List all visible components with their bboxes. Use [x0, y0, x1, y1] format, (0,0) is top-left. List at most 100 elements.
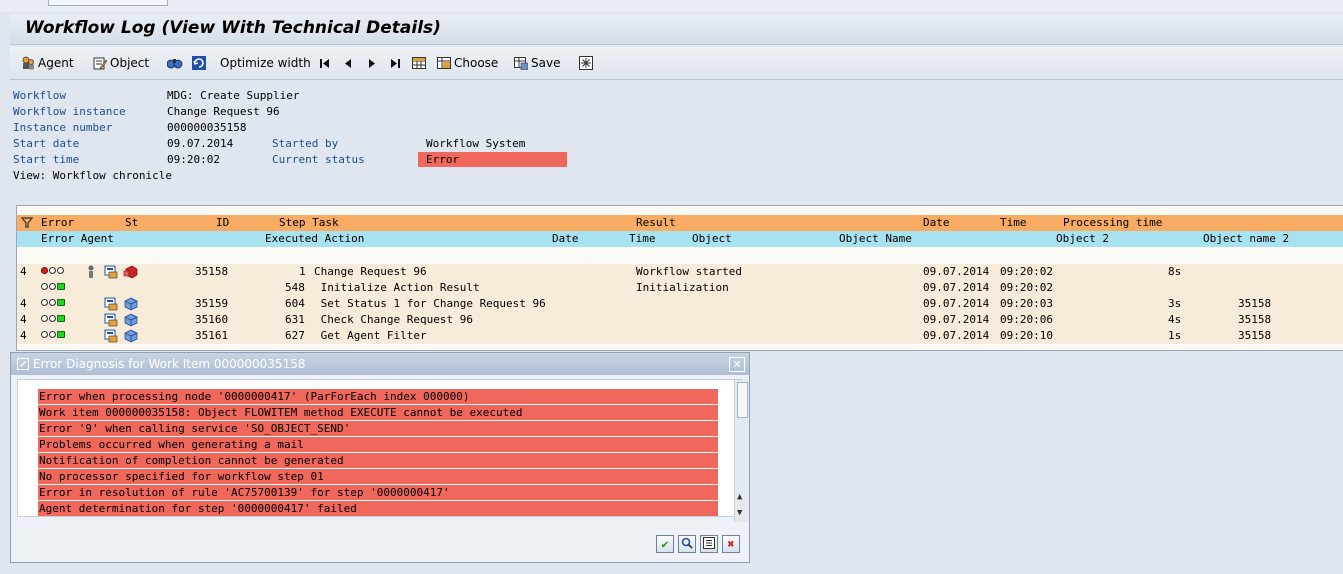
- workflow-value: MDG: Create Supplier: [167, 89, 300, 102]
- col-st[interactable]: St: [125, 215, 138, 231]
- col-processing-time[interactable]: Processing time: [1063, 215, 1162, 231]
- col-object-name-2[interactable]: Object name 2: [1203, 231, 1289, 247]
- status-lights-green-icon: [41, 331, 65, 338]
- application-toolbar: Agent Object Optimize width Choose Save: [10, 47, 1343, 80]
- table-row[interactable]: 4 35161 627 Get Agent Filter 09.07.2014 …: [17, 328, 1343, 345]
- dialog-icon: [17, 358, 29, 373]
- col-id[interactable]: ID: [216, 215, 229, 231]
- col-exec-time[interactable]: Time: [629, 231, 656, 247]
- col-error-agent[interactable]: Error Agent: [41, 231, 114, 247]
- col-object[interactable]: Object: [692, 231, 732, 247]
- workflow-label: Workflow: [13, 89, 66, 102]
- view-line: View: Workflow chronicle: [13, 169, 172, 182]
- instance-number-label: Instance number: [13, 121, 113, 134]
- scrollbar-thumb[interactable]: [737, 382, 748, 418]
- col-object-2[interactable]: Object 2: [1056, 231, 1109, 247]
- instance-value: Change Request 96: [167, 105, 280, 118]
- col-exec-date[interactable]: Date: [552, 231, 579, 247]
- error-message-list: Error when processing node '0000000417' …: [17, 379, 743, 517]
- col-object-name[interactable]: Object Name: [839, 231, 912, 247]
- last-page-button[interactable]: [389, 55, 403, 71]
- error-message[interactable]: Error '9' when calling service 'SO_OBJEC…: [38, 421, 718, 436]
- agent-button[interactable]: Agent: [21, 55, 74, 71]
- error-message[interactable]: Error in resolution of rule 'AC75700139'…: [38, 485, 718, 500]
- details-button[interactable]: [700, 535, 718, 553]
- dialog-title-bar: Error Diagnosis for Work Item 0000000351…: [11, 353, 749, 375]
- start-time-label: Start time: [13, 153, 80, 166]
- error-message[interactable]: Problems occurred when generating a mail: [38, 437, 718, 452]
- start-date-value: 09.07.2014: [167, 137, 234, 150]
- title-bar: Workflow Log (View With Technical Detail…: [10, 14, 1343, 45]
- checkmark-icon: ✔: [661, 537, 669, 551]
- choose-button[interactable]: Choose: [437, 55, 498, 71]
- start-date-label: Start date: [13, 137, 80, 150]
- confirm-button[interactable]: ✔: [656, 535, 674, 553]
- next-page-button[interactable]: [366, 55, 380, 71]
- grid-icon: [412, 56, 426, 70]
- filter-icon[interactable]: [20, 215, 34, 231]
- first-page-button[interactable]: [319, 55, 333, 71]
- instance-number-value: 000000035158: [167, 121, 247, 134]
- col-result[interactable]: Result: [636, 215, 676, 231]
- cancel-icon: ✖: [727, 537, 735, 551]
- binoculars-icon: [166, 56, 183, 70]
- filter-button[interactable]: [166, 55, 183, 71]
- status-lights-red-icon: [41, 267, 64, 274]
- start-time-value: 09:20:02: [167, 153, 220, 166]
- save-layout-icon: [514, 56, 529, 71]
- col-error[interactable]: Error: [41, 215, 74, 231]
- refresh-button[interactable]: [192, 55, 206, 71]
- list-detail-icon: [703, 537, 715, 551]
- column-header-row-2: Error Agent Executed Action Date Time Ob…: [17, 231, 1343, 247]
- close-icon[interactable]: ✕: [729, 357, 745, 372]
- instance-label: Workflow instance: [13, 105, 126, 118]
- col-time[interactable]: Time: [1000, 215, 1027, 231]
- started-by-value: Workflow System: [426, 137, 526, 150]
- refresh-icon: [192, 56, 206, 70]
- error-message[interactable]: No processor specified for workflow step…: [38, 469, 718, 484]
- top-strip: [0, 0, 1343, 12]
- error-diagnosis-dialog: Error Diagnosis for Work Item 0000000351…: [10, 352, 750, 563]
- status-badge: Error: [418, 152, 567, 167]
- status-lights-green-icon: [41, 299, 65, 306]
- agent-icon: [21, 56, 35, 70]
- table-row[interactable]: 4 35158 1 Change Request 96 Workflow sta…: [17, 264, 1343, 281]
- column-header-row-1: Error St ID Step Task Result Date Time P…: [17, 215, 1343, 231]
- object-button[interactable]: Object: [93, 55, 149, 71]
- save-button[interactable]: Save: [514, 55, 560, 71]
- previous-icon: [343, 56, 357, 70]
- error-message[interactable]: Agent determination for step '0000000417…: [38, 501, 718, 516]
- error-message[interactable]: Notification of completion cannot be gen…: [38, 453, 718, 468]
- started-by-label: Started by: [272, 137, 339, 150]
- choose-layout-icon: [437, 56, 451, 70]
- cancel-button[interactable]: ✖: [722, 535, 740, 553]
- workitem-icon[interactable]: [104, 329, 118, 348]
- scroll-up-icon[interactable]: ▲: [737, 492, 742, 502]
- status-value: Error: [426, 153, 460, 166]
- find-button[interactable]: [678, 535, 696, 553]
- table-row[interactable]: 4 35160 631 Check Change Request 96 09.0…: [17, 312, 1343, 329]
- col-step-task[interactable]: Step Task: [279, 215, 339, 231]
- status-lights-green-icon: [41, 283, 65, 290]
- vertical-scrollbar[interactable]: ▲ ▼: [734, 380, 749, 522]
- status-lights-green-icon: [41, 315, 65, 322]
- find-icon: [681, 537, 693, 551]
- layout-button[interactable]: [412, 55, 426, 71]
- object-icon[interactable]: [123, 329, 139, 348]
- edit-object-icon: [93, 56, 108, 70]
- col-executed-action[interactable]: Executed Action: [265, 231, 364, 247]
- window-title: Workflow Log (View With Technical Detail…: [25, 18, 441, 38]
- settings-button[interactable]: [579, 55, 593, 71]
- table-row[interactable]: 4 35159 604 Set Status 1 for Change Requ…: [17, 296, 1343, 313]
- command-field-tab[interactable]: [48, 0, 168, 6]
- previous-page-button[interactable]: [343, 55, 357, 71]
- table-row[interactable]: 548 Initialize Action Result Initializat…: [17, 280, 1343, 297]
- col-date[interactable]: Date: [923, 215, 950, 231]
- error-message[interactable]: Error when processing node '0000000417' …: [38, 389, 718, 404]
- first-page-icon: [319, 56, 333, 70]
- scroll-down-icon[interactable]: ▼: [737, 508, 742, 518]
- error-message[interactable]: Work item 000000035158: Object FLOWITEM …: [38, 405, 718, 420]
- optimize-width-button[interactable]: Optimize width: [220, 55, 311, 71]
- workflow-log-table: Error St ID Step Task Result Date Time P…: [16, 205, 1343, 351]
- current-status-label: Current status: [272, 153, 365, 166]
